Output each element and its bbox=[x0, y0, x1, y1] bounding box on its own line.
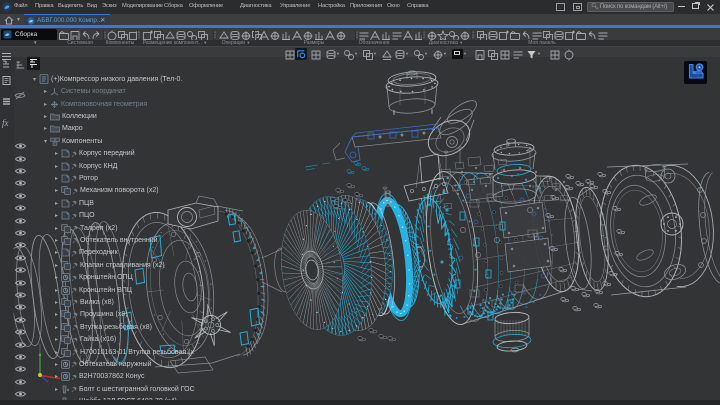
svg-text:fx: fx bbox=[2, 118, 9, 128]
